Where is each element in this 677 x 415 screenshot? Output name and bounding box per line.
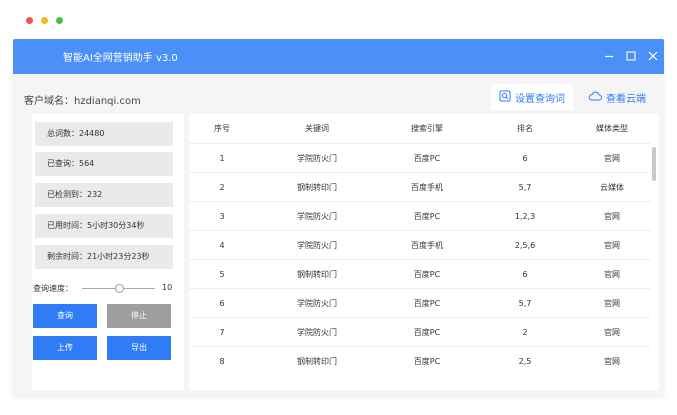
app-window: 智能AI全网营销助手 v3.0 客户域名：hzdianqi.com 设置查询词 … bbox=[13, 39, 664, 395]
cell-rank: 5,7 bbox=[518, 299, 532, 308]
results-table: 序号 关键词 搜索引擎 排名 媒体类型 1 学院防火门 百度PC 6 官网 2 钢制转印门百… bbox=[189, 114, 659, 390]
table-row[interactable]: 7 学院防火门 百度PC 2 官网 bbox=[189, 317, 651, 346]
table-row[interactable]: 5 钢制转印门 百度PC 6 官网 bbox=[189, 259, 651, 288]
cloud-icon bbox=[588, 91, 602, 104]
cell-index: 8 bbox=[219, 357, 225, 366]
cell-rank: 2 bbox=[522, 328, 528, 337]
header-keyword: 关键词 bbox=[305, 124, 329, 133]
cell-rank: 6 bbox=[522, 270, 528, 279]
cell-keyword: 钢制转印门 bbox=[297, 357, 337, 366]
stat-elapsed-time: 已用时间：5小时30分34秒 bbox=[35, 214, 173, 238]
header-search-engine: 搜索引擎 bbox=[411, 124, 443, 133]
stat-queried: 已查询：564 bbox=[35, 152, 173, 176]
table-row[interactable]: 4 学院防火门 百度手机 2,5,6 官网 bbox=[189, 230, 651, 259]
cell-media-type: 官网 bbox=[604, 357, 620, 366]
cell-index: 7 bbox=[219, 328, 225, 337]
window-traffic-lights bbox=[26, 17, 63, 24]
speed-slider-handle[interactable] bbox=[115, 284, 124, 293]
app-title: 智能AI全网营销助手 v3.0 bbox=[63, 53, 178, 64]
cell-index: 2 bbox=[219, 183, 225, 192]
close-dot-icon[interactable] bbox=[26, 17, 33, 24]
table-row[interactable]: 8 钢制转印门 百度PC 2,5 官网 bbox=[189, 346, 651, 375]
table-scrollbar[interactable] bbox=[652, 147, 656, 181]
tab-set-query-words[interactable]: 设置查询词 bbox=[491, 84, 573, 110]
cell-search-engine: 百度手机 bbox=[411, 241, 443, 250]
tab-view-cloud[interactable]: 查看云端 bbox=[580, 84, 654, 110]
cell-index: 6 bbox=[219, 299, 225, 308]
cell-index: 4 bbox=[219, 241, 225, 250]
header-rank: 排名 bbox=[517, 124, 533, 133]
cell-media-type: 官网 bbox=[604, 212, 620, 221]
cell-keyword: 钢制转印门 bbox=[297, 270, 337, 279]
stats-panel: 总词数：24480 已查询：564 已检测到：232 已用时间：5小时30分34… bbox=[32, 114, 184, 390]
stat-total-words: 总词数：24480 bbox=[35, 122, 173, 146]
close-icon[interactable] bbox=[643, 45, 663, 67]
table-row[interactable]: 2 钢制转印门 百度手机 5,7 云媒体 bbox=[189, 172, 651, 201]
cell-rank: 1,2,3 bbox=[514, 212, 536, 221]
cell-rank: 6 bbox=[522, 154, 528, 163]
cell-rank: 5,7 bbox=[518, 183, 532, 192]
speed-label: 查询速度： bbox=[33, 284, 73, 293]
export-button[interactable]: 导出 bbox=[107, 336, 171, 360]
header-media-type: 媒体类型 bbox=[596, 124, 628, 133]
cell-media-type: 官网 bbox=[604, 270, 620, 279]
minimize-icon[interactable] bbox=[599, 45, 619, 67]
cell-keyword: 钢制转印门 bbox=[297, 183, 337, 192]
cell-search-engine: 百度PC bbox=[413, 212, 441, 221]
maximize-dot-icon[interactable] bbox=[56, 17, 63, 24]
table-row[interactable]: 3 学院防火门 百度PC 1,2,3 官网 bbox=[189, 201, 651, 230]
cell-keyword: 学院防火门 bbox=[297, 212, 337, 221]
cell-media-type: 官网 bbox=[604, 299, 620, 308]
cell-search-engine: 百度PC bbox=[413, 154, 441, 163]
cell-media-type: 官网 bbox=[604, 328, 620, 337]
cell-keyword: 学院防火门 bbox=[297, 154, 337, 163]
tab-label: 查看云端 bbox=[606, 93, 646, 105]
cell-search-engine: 百度PC bbox=[413, 328, 441, 337]
cell-index: 1 bbox=[219, 154, 225, 163]
cell-media-type: 官网 bbox=[604, 154, 620, 163]
table-row[interactable]: 1 学院防火门 百度PC 6 官网 bbox=[189, 143, 651, 172]
stat-remaining-time: 剩余时间：21小时23分23秒 bbox=[35, 245, 173, 269]
query-speed: 查询速度： 10 bbox=[33, 282, 183, 294]
cell-index: 3 bbox=[219, 212, 225, 221]
stop-button[interactable]: 停止 bbox=[107, 304, 171, 328]
header-index: 序号 bbox=[214, 124, 230, 133]
cell-media-type: 官网 bbox=[604, 241, 620, 250]
cell-keyword: 学院防火门 bbox=[297, 241, 337, 250]
cell-rank: 2,5,6 bbox=[514, 241, 536, 250]
cell-keyword: 学院防火门 bbox=[297, 328, 337, 337]
table-header: 序号 关键词 搜索引擎 排名 媒体类型 bbox=[189, 114, 651, 143]
minimize-dot-icon[interactable] bbox=[41, 17, 48, 24]
title-bar: 智能AI全网营销助手 v3.0 bbox=[13, 39, 664, 74]
cell-search-engine: 百度手机 bbox=[411, 183, 443, 192]
cell-search-engine: 百度PC bbox=[413, 299, 441, 308]
cell-search-engine: 百度PC bbox=[413, 270, 441, 279]
cell-media-type: 云媒体 bbox=[600, 183, 624, 192]
maximize-icon[interactable] bbox=[621, 45, 641, 67]
search-settings-icon bbox=[499, 90, 511, 105]
tab-label: 设置查询词 bbox=[515, 93, 565, 105]
stat-detected: 已检测到：232 bbox=[35, 183, 173, 207]
query-button[interactable]: 查询 bbox=[33, 304, 97, 328]
cell-search-engine: 百度PC bbox=[413, 357, 441, 366]
table-row[interactable]: 6 学院防火门 百度PC 5,7 官网 bbox=[189, 288, 651, 317]
cell-keyword: 学院防火门 bbox=[297, 299, 337, 308]
cell-rank: 2,5 bbox=[518, 357, 532, 366]
speed-value: 10 bbox=[162, 283, 173, 292]
upload-button[interactable]: 上传 bbox=[33, 336, 97, 360]
customer-domain: 客户域名：hzdianqi.com bbox=[24, 96, 141, 107]
cell-index: 5 bbox=[219, 270, 225, 279]
